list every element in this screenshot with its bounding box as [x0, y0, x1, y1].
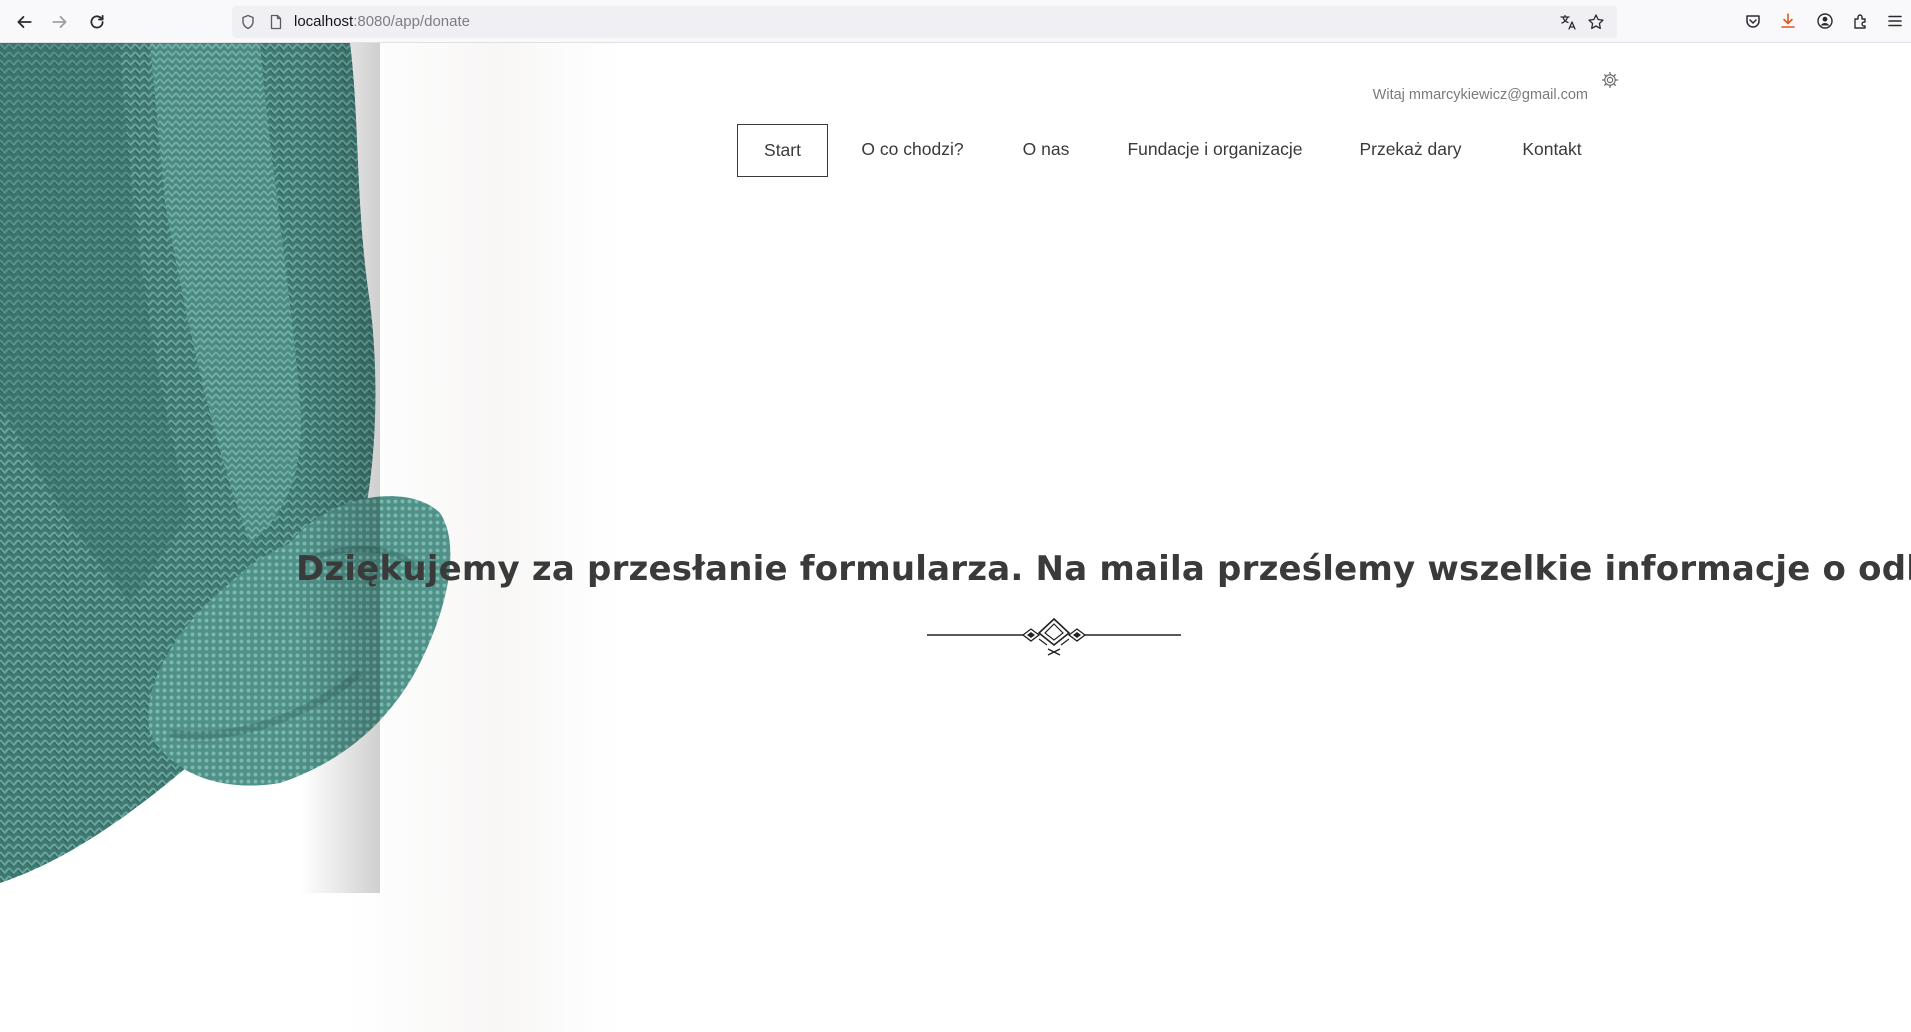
address-bar[interactable]: localhost:8080/app/donate [232, 6, 1617, 38]
nav-item-o-co-chodzi[interactable]: O co chodzi? [850, 124, 975, 177]
user-greeting: Witaj mmarcykiewicz@gmail.com [1372, 87, 1588, 103]
page-icon[interactable] [268, 14, 284, 30]
pocket-icon[interactable] [1744, 12, 1762, 30]
gear-icon[interactable] [1601, 71, 1619, 89]
back-button[interactable] [11, 9, 37, 35]
nav-item-kontakt[interactable]: Kontakt [1513, 124, 1591, 177]
arrow-left-icon [17, 16, 32, 28]
browser-toolbar: localhost:8080/app/donate [0, 0, 1911, 43]
ornament-divider [927, 617, 1181, 656]
nav-item-o-nas[interactable]: O nas [1014, 124, 1078, 177]
nav-item-fundacje[interactable]: Fundacje i organizacje [1125, 124, 1305, 177]
download-icon[interactable] [1779, 12, 1797, 30]
url-path: :8080/app/donate [353, 13, 470, 30]
extensions-icon[interactable] [1852, 12, 1870, 30]
nav-item-start[interactable]: Start [737, 124, 828, 177]
translate-icon[interactable] [1559, 13, 1577, 31]
thank-you-message: Dziękujemy za przesłanie formularza. Na … [296, 549, 1911, 589]
nav-item-przekaz-dary[interactable]: Przekaż dary [1355, 124, 1466, 177]
main-navigation: Start O co chodzi? O nas Fundacje i orga… [0, 124, 1911, 177]
page-content: Witaj mmarcykiewicz@gmail.com Start O co… [0, 43, 1911, 1032]
arrow-right-icon [52, 16, 67, 28]
forward-button[interactable] [47, 9, 73, 35]
reload-icon [90, 14, 104, 29]
star-icon[interactable] [1587, 13, 1605, 31]
url-host: localhost [294, 13, 354, 30]
url-text[interactable]: localhost:8080/app/donate [294, 13, 470, 31]
reload-button[interactable] [84, 9, 110, 35]
account-icon[interactable] [1816, 12, 1834, 30]
hamburger-menu-icon[interactable] [1886, 12, 1904, 30]
shield-icon[interactable] [240, 14, 256, 30]
